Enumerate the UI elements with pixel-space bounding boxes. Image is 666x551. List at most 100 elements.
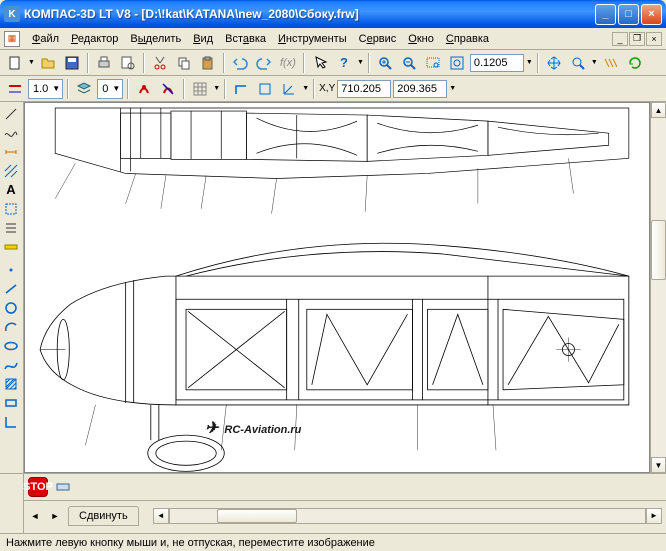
dropdown-arrow-icon[interactable]: ▼ xyxy=(526,59,533,66)
snap-point-button[interactable] xyxy=(133,78,155,100)
stop-button[interactable]: STOP xyxy=(28,477,48,497)
pointer-button[interactable] xyxy=(309,52,331,74)
separator xyxy=(87,53,89,73)
zoom-window-button[interactable] xyxy=(422,52,444,74)
circle-tool[interactable] xyxy=(0,298,22,317)
dim-tool[interactable] xyxy=(0,142,22,161)
print-button[interactable] xyxy=(93,52,115,74)
dropdown-arrow-icon[interactable]: ▼ xyxy=(302,85,309,92)
dropdown-arrow-icon[interactable]: ▼ xyxy=(213,85,220,92)
rect-tool[interactable] xyxy=(0,393,22,412)
menu-insert[interactable]: Вставка xyxy=(219,31,272,47)
close-button[interactable]: × xyxy=(641,4,662,25)
hatch-tool[interactable] xyxy=(0,161,22,180)
menu-window[interactable]: Окно xyxy=(402,31,440,47)
minimize-button[interactable]: _ xyxy=(595,4,616,25)
undo-button[interactable] xyxy=(229,52,251,74)
workspace: A xyxy=(0,102,666,473)
line-style-button[interactable] xyxy=(4,78,26,100)
window-title: КОМПАС-3D LT V8 - [D:\!kat\KATANA\new_20… xyxy=(24,7,595,21)
scroll-down-button[interactable]: ▼ xyxy=(651,457,666,473)
dropdown-arrow-icon[interactable]: ▼ xyxy=(357,59,364,66)
coord-button[interactable] xyxy=(278,78,300,100)
zoom-fit-button[interactable] xyxy=(446,52,468,74)
command-option-button[interactable] xyxy=(52,476,74,498)
zoom-prev-button[interactable] xyxy=(567,52,589,74)
separator xyxy=(127,79,129,99)
ellipse-tool[interactable] xyxy=(0,336,22,355)
open-button[interactable] xyxy=(37,52,59,74)
help-button[interactable]: ? xyxy=(333,52,355,74)
coord-x-input[interactable] xyxy=(337,80,391,98)
scroll-left-button[interactable]: ◄ xyxy=(153,508,169,524)
scroll-track-h[interactable] xyxy=(169,508,646,524)
scroll-thumb-h[interactable] xyxy=(217,509,297,523)
cut-button[interactable] xyxy=(149,52,171,74)
save-button[interactable] xyxy=(61,52,83,74)
line-tool[interactable] xyxy=(0,104,22,123)
tab-move[interactable]: Сдвинуть xyxy=(68,506,139,526)
zoom-value-input[interactable] xyxy=(470,54,524,72)
new-button[interactable] xyxy=(4,52,26,74)
separator xyxy=(368,53,370,73)
dropdown-arrow-icon[interactable]: ▼ xyxy=(449,85,456,92)
vertical-scrollbar[interactable]: ▲ ▼ xyxy=(650,102,666,473)
status-text: Нажмите левую кнопку мыши и, не отпуская… xyxy=(6,537,375,549)
menu-tools[interactable]: Инструменты xyxy=(272,31,353,47)
menu-help[interactable]: Справка xyxy=(440,31,495,47)
scroll-track[interactable] xyxy=(651,118,666,457)
wavy-line-tool[interactable] xyxy=(0,123,22,142)
mdi-close-button[interactable]: × xyxy=(646,32,662,46)
angle-button[interactable] xyxy=(254,78,276,100)
arc-tool[interactable] xyxy=(0,317,22,336)
redraw-button[interactable] xyxy=(600,52,622,74)
copy-button[interactable] xyxy=(173,52,195,74)
layer-combo[interactable]: 0 ▼ xyxy=(97,79,123,99)
mdi-restore-button[interactable]: ❐ xyxy=(629,32,645,46)
redo-button[interactable] xyxy=(253,52,275,74)
contour-tool[interactable] xyxy=(0,412,22,431)
hatch2-tool[interactable] xyxy=(0,374,22,393)
dropdown-arrow-icon: ▼ xyxy=(52,84,60,93)
dropdown-arrow-icon[interactable]: ▼ xyxy=(28,59,35,66)
function-button[interactable]: f(x) xyxy=(277,52,299,74)
xy-label: X,Y xyxy=(319,83,335,94)
menu-service[interactable]: Сервис xyxy=(353,31,403,47)
drawing-canvas[interactable]: ✈ RC-Aviation.ru xyxy=(24,102,650,473)
menu-edit[interactable]: Редактор xyxy=(65,31,124,47)
coord-y-input[interactable] xyxy=(393,80,447,98)
menu-view[interactable]: Вид xyxy=(187,31,219,47)
mdi-minimize-button[interactable]: _ xyxy=(612,32,628,46)
segment-tool[interactable] xyxy=(0,279,22,298)
scroll-thumb[interactable] xyxy=(651,220,666,280)
pan-button[interactable] xyxy=(543,52,565,74)
grid-button[interactable] xyxy=(189,78,211,100)
line-width-combo[interactable]: 1.0 ▼ xyxy=(28,79,63,99)
scroll-right-button[interactable]: ► xyxy=(646,508,662,524)
point-tool[interactable] xyxy=(0,260,22,279)
measure-tool[interactable] xyxy=(0,237,22,256)
snap-off-button[interactable] xyxy=(157,78,179,100)
menu-file[interactable]: ФФайлайл xyxy=(26,31,65,47)
tab-scroll-left[interactable]: ◄ xyxy=(28,505,42,527)
separator xyxy=(303,53,305,73)
refresh-button[interactable] xyxy=(624,52,646,74)
mdi-document-icon[interactable]: ▦ xyxy=(4,31,20,47)
zoom-in-button[interactable] xyxy=(374,52,396,74)
spline-tool[interactable] xyxy=(0,355,22,374)
maximize-button[interactable]: □ xyxy=(618,4,639,25)
dropdown-arrow-icon[interactable]: ▼ xyxy=(591,59,598,66)
horizontal-scrollbar[interactable]: ◄ ► xyxy=(153,508,662,524)
paste-button[interactable] xyxy=(197,52,219,74)
zoom-out-button[interactable] xyxy=(398,52,420,74)
tab-scroll-right[interactable]: ► xyxy=(48,505,62,527)
preview-button[interactable] xyxy=(117,52,139,74)
menu-select[interactable]: Выделить xyxy=(124,31,187,47)
text-tool[interactable]: A xyxy=(0,180,22,199)
command-panel: STOP xyxy=(24,474,666,500)
params-tool[interactable] xyxy=(0,218,22,237)
layers-button[interactable] xyxy=(73,78,95,100)
ortho-button[interactable] xyxy=(230,78,252,100)
scroll-up-button[interactable]: ▲ xyxy=(651,102,666,118)
edit-tool[interactable] xyxy=(0,199,22,218)
